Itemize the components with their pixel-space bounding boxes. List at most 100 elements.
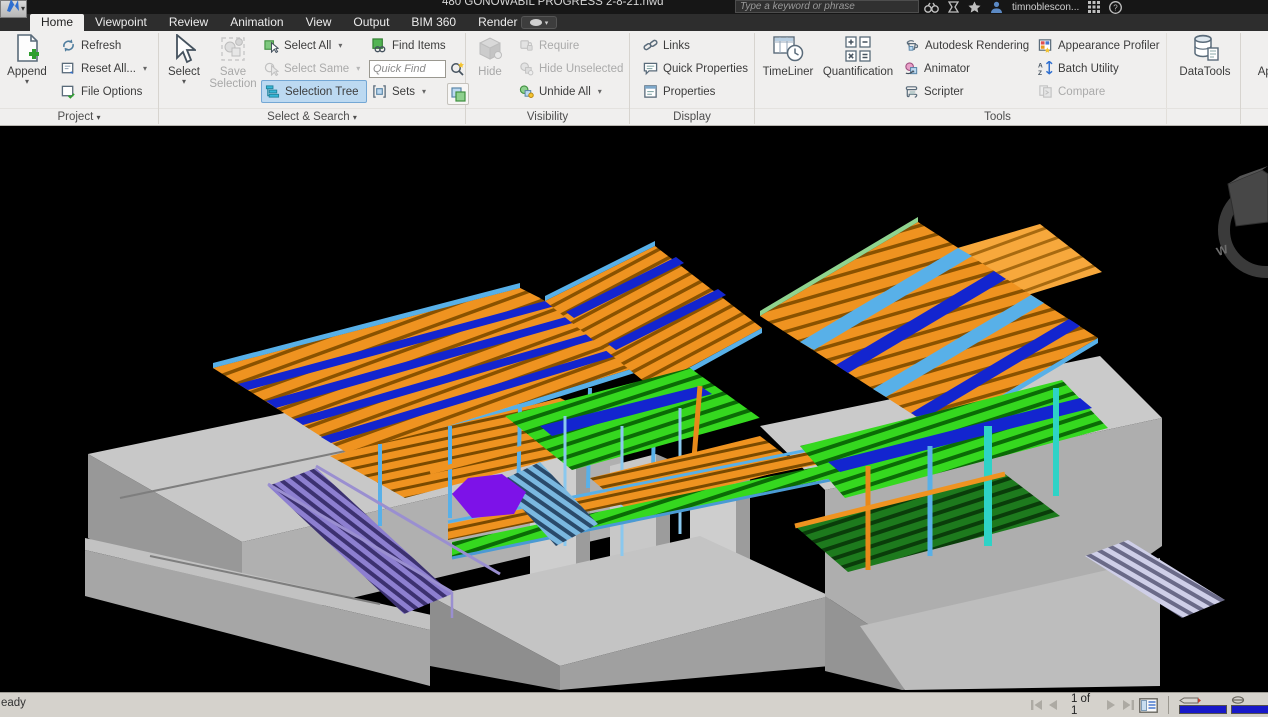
select-same-button[interactable]: Select Same ▾ [261, 57, 367, 80]
user-icon[interactable] [990, 1, 1003, 13]
select-cursor-icon [172, 34, 196, 64]
manage-sets-icon [450, 86, 467, 103]
refresh-button[interactable]: Refresh [58, 34, 150, 57]
ribbon: Append ▾ Refresh Reset All... [0, 31, 1268, 126]
appearance-profiler-button[interactable]: Appearance Profiler [1035, 34, 1163, 57]
find-items-button[interactable]: Find Items [369, 34, 469, 57]
hide-unselected-icon [519, 61, 534, 76]
quantification-button[interactable]: Quantification [817, 32, 899, 78]
properties-button[interactable]: Properties [640, 80, 751, 103]
infocenter-bar: timnoblescon... ? [924, 0, 1122, 14]
pencil-progress-meter [1179, 697, 1227, 714]
chevron-down-icon: ▾ [96, 113, 100, 122]
select-all-button[interactable]: Select All ▾ [261, 34, 367, 57]
group-label-project[interactable]: Project ▾ [0, 108, 158, 125]
navisworks-logo-icon [4, 0, 22, 15]
application-button[interactable]: ▾ [0, 0, 27, 18]
star-icon[interactable] [968, 1, 981, 13]
chevron-down-icon: ▾ [598, 87, 602, 96]
timeliner-icon [772, 34, 804, 64]
chevron-down-icon: ▾ [143, 64, 147, 73]
batch-utility-button[interactable]: A Z Batch Utility [1035, 57, 1163, 80]
tab-home[interactable]: Home [30, 14, 84, 31]
select-same-icon [264, 61, 279, 76]
datatools-icon [1189, 33, 1221, 65]
scripter-icon [904, 84, 919, 99]
signed-in-user[interactable]: timnoblescon... [1012, 2, 1079, 13]
file-options-icon [61, 84, 76, 99]
file-options-button[interactable]: File Options [58, 80, 150, 103]
animator-icon [904, 61, 919, 76]
hide-icon [475, 34, 505, 64]
require-button[interactable]: Require [516, 34, 626, 57]
tab-output[interactable]: Output [342, 14, 400, 31]
unhide-all-button[interactable]: Unhide All ▾ [516, 80, 626, 103]
tab-review[interactable]: Review [158, 14, 219, 31]
scripter-button[interactable]: Scripter [901, 80, 1032, 103]
chevron-down-icon: ▾ [182, 78, 186, 85]
hourglass-icon[interactable] [948, 1, 959, 13]
datatools-button[interactable]: DataTools [1175, 32, 1235, 78]
select-button[interactable]: Select ▾ [165, 32, 203, 85]
group-label-select-search[interactable]: Select & Search ▾ [159, 108, 465, 125]
tab-bim360[interactable]: BIM 360 [400, 14, 467, 31]
group-label-display: Display [630, 108, 754, 125]
chevron-down-icon: ▾ [338, 41, 342, 50]
selection-tree-button[interactable]: Selection Tree [261, 80, 367, 103]
hide-button[interactable]: Hide [470, 32, 510, 78]
chevron-down-icon: ▾ [356, 64, 360, 73]
tab-view[interactable]: View [295, 14, 343, 31]
tab-render[interactable]: Render [467, 14, 528, 31]
save-selection-button[interactable]: Save Selection [207, 32, 259, 90]
quick-find-search-icon[interactable] [449, 60, 466, 77]
chevron-down-icon: ▾ [21, 4, 25, 13]
save-selection-icon [218, 34, 248, 64]
chevron-down-icon: ▾ [545, 19, 549, 27]
properties-icon [643, 84, 658, 99]
statusbar-separator [1168, 696, 1169, 714]
previous-sheet-button[interactable] [1047, 697, 1059, 713]
ribbon-display-toggle[interactable]: ▾ [521, 16, 557, 29]
disk-progress-bar [1231, 705, 1268, 714]
quantification-icon [843, 34, 873, 64]
reset-all-button[interactable]: Reset All... ▾ [58, 57, 150, 80]
help-icon[interactable]: ? [1109, 1, 1122, 14]
quick-properties-icon [643, 61, 658, 76]
refresh-icon [61, 38, 76, 53]
first-sheet-button[interactable] [1030, 697, 1043, 713]
chevron-down-icon: ▾ [422, 87, 426, 96]
animator-button[interactable]: Animator [901, 57, 1032, 80]
compare-button[interactable]: Compare [1035, 80, 1163, 103]
selection-tree-icon [265, 84, 280, 99]
quick-find-input[interactable] [369, 60, 446, 78]
apps-button[interactable]: App [1248, 32, 1268, 78]
timeliner-button[interactable]: TimeLiner [760, 32, 816, 78]
hide-unselected-button[interactable]: Hide Unselected [516, 57, 626, 80]
ribbon-group-apps: App [1241, 31, 1268, 108]
apps-grid-icon[interactable] [1088, 1, 1100, 13]
ribbon-group-display: Links Quick Properties Properties Displa… [630, 31, 754, 108]
binoculars-icon[interactable] [924, 2, 939, 13]
autodesk-rendering-button[interactable]: Autodesk Rendering [901, 34, 1032, 57]
sheet-browser-button[interactable] [1139, 697, 1158, 713]
next-sheet-button[interactable] [1106, 697, 1118, 713]
group-label-visibility: Visibility [466, 108, 629, 125]
tab-animation[interactable]: Animation [219, 14, 294, 31]
svg-text:A: A [1038, 63, 1043, 70]
ribbon-group-tools: TimeLiner Quantification Autodesk Rend [755, 31, 1240, 108]
infocenter-search-input[interactable] [735, 0, 919, 13]
quick-find-box [369, 59, 469, 78]
pencil-progress-bar [1179, 705, 1227, 714]
viewport-3d-model[interactable]: W [0, 126, 1268, 692]
appearance-profiler-icon [1038, 38, 1053, 53]
append-button[interactable]: Append ▾ [2, 32, 52, 85]
ribbon-toggle-icon [530, 19, 542, 26]
links-button[interactable]: Links [640, 34, 751, 57]
svg-text:Z: Z [1038, 70, 1042, 76]
last-sheet-button[interactable] [1122, 697, 1135, 713]
compare-icon [1038, 84, 1053, 99]
quick-properties-button[interactable]: Quick Properties [640, 57, 751, 80]
tab-viewpoint[interactable]: Viewpoint [84, 14, 158, 31]
chevron-down-icon: ▾ [353, 113, 357, 122]
status-message: eady [1, 697, 26, 709]
